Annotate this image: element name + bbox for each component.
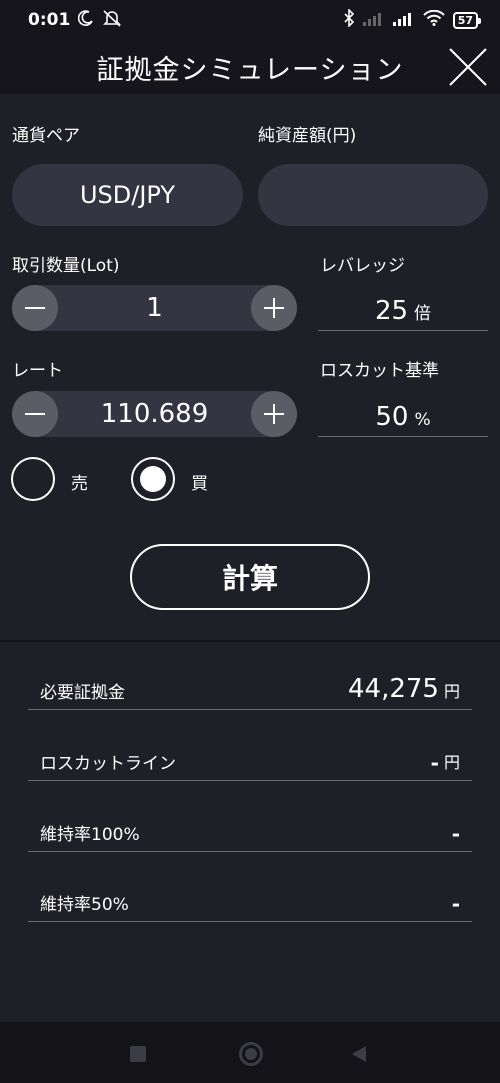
rate-value[interactable]: 110.689	[58, 391, 251, 437]
sell-label: 売	[71, 474, 88, 494]
losscut-line-value: -	[430, 751, 439, 775]
maintenance-100-value: -	[451, 822, 460, 846]
losscut-line-unit: 円	[443, 753, 460, 772]
status-time: 0:01	[28, 10, 71, 30]
buy-label: 買	[191, 474, 208, 494]
losscut-unit: %	[414, 410, 431, 430]
result-row-maintenance-100: 維持率100% -	[28, 812, 472, 852]
minus-icon	[25, 413, 45, 415]
result-label: 必要証拠金	[40, 683, 125, 703]
section-divider	[0, 640, 500, 642]
rate-decrement-button[interactable]	[12, 391, 58, 437]
minus-icon	[25, 307, 45, 309]
navigation-bar	[0, 1022, 500, 1083]
result-value: - 円	[431, 749, 460, 775]
quantity-decrement-button[interactable]	[12, 285, 58, 331]
header: 証拠金シミュレーション	[0, 40, 500, 94]
plus-icon	[264, 298, 284, 318]
mute-icon	[102, 9, 122, 32]
required-margin-value: 44,275	[348, 674, 439, 704]
home-icon[interactable]	[239, 1042, 263, 1066]
result-label: 維持率100%	[40, 825, 140, 845]
buy-radio[interactable]	[131, 457, 175, 501]
result-value: -	[452, 892, 460, 916]
moon-icon	[78, 9, 94, 31]
sell-radio[interactable]	[11, 457, 55, 501]
quantity-label: 取引数量(Lot)	[12, 256, 120, 276]
bluetooth-icon	[343, 7, 355, 32]
maintenance-50-value: -	[451, 892, 460, 916]
back-icon[interactable]	[352, 1046, 366, 1062]
result-value: -	[452, 822, 460, 846]
plus-icon	[264, 404, 284, 424]
losscut-field[interactable]: 50 %	[318, 391, 488, 437]
status-left: 0:01	[28, 9, 122, 32]
status-bar: 0:01 57	[0, 0, 500, 40]
rate-label: レート	[12, 361, 63, 381]
leverage-field[interactable]: 25 倍	[318, 285, 488, 331]
signal-icon	[392, 10, 415, 31]
currency-pair-label: 通貨ペア	[12, 126, 80, 146]
quantity-increment-button[interactable]	[251, 285, 297, 331]
result-label: ロスカットライン	[40, 754, 176, 774]
result-row-maintenance-50: 維持率50% -	[28, 882, 472, 922]
quantity-value[interactable]: 1	[58, 285, 251, 331]
calculate-button[interactable]: 計算	[130, 544, 370, 610]
wifi-icon	[422, 9, 445, 31]
net-assets-input[interactable]	[258, 164, 488, 226]
currency-pair-select[interactable]: USD/JPY	[12, 164, 243, 226]
result-value: 44,275 円	[348, 674, 460, 704]
result-row-required-margin: 必要証拠金 44,275 円	[28, 670, 472, 710]
page-title: 証拠金シミュレーション	[96, 54, 404, 86]
signal-icon	[362, 10, 385, 31]
rate-increment-button[interactable]	[251, 391, 297, 437]
leverage-unit: 倍	[414, 304, 432, 324]
result-label: 維持率50%	[40, 895, 129, 915]
losscut-label: ロスカット基準	[320, 361, 439, 381]
quantity-stepper: 1	[12, 285, 297, 331]
status-right: 57	[343, 7, 482, 32]
leverage-value: 25	[374, 296, 409, 326]
rate-stepper: 110.689	[12, 391, 297, 437]
battery-icon: 57	[452, 11, 482, 29]
net-assets-label: 純資産額(円)	[258, 126, 357, 146]
leverage-label: レバレッジ	[320, 256, 405, 276]
currency-pair-value: USD/JPY	[79, 181, 176, 209]
result-row-losscut-line: ロスカットライン - 円	[28, 741, 472, 781]
required-margin-unit: 円	[443, 682, 460, 701]
close-button[interactable]	[444, 43, 492, 91]
recents-icon[interactable]	[130, 1046, 146, 1062]
close-icon	[449, 48, 487, 86]
losscut-value: 50	[375, 402, 409, 432]
